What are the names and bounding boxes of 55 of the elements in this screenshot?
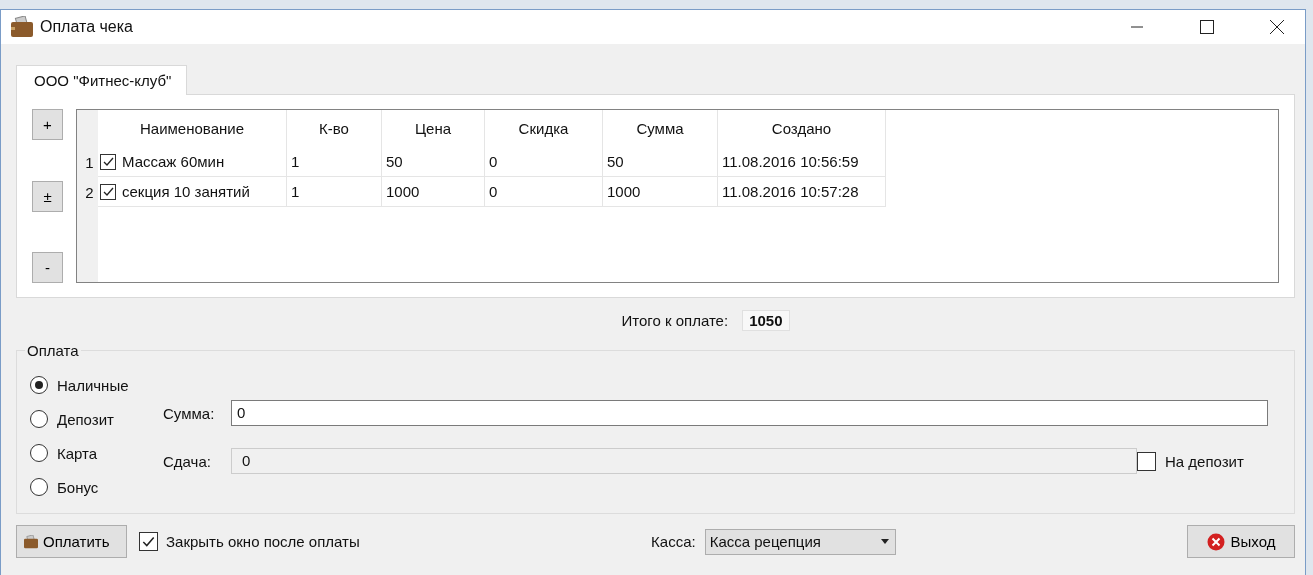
row-checkbox[interactable]: [100, 153, 116, 170]
pay-button[interactable]: Оплатить: [16, 525, 127, 558]
row-button[interactable]: -: [32, 252, 63, 283]
wallet-icon: [23, 534, 39, 549]
table-cell: 50: [607, 153, 624, 170]
close-icon[interactable]: [1269, 19, 1285, 35]
radio-label: Депозит: [57, 410, 114, 428]
column-header: Наименование: [98, 110, 287, 147]
total-value: 1050: [742, 309, 790, 331]
header-corner: [77, 110, 98, 147]
exit-button[interactable]: Выход: [1187, 525, 1295, 558]
register-dropdown[interactable]: Касса рецепция: [704, 528, 896, 555]
wallet-icon: [10, 16, 34, 38]
close-icon: [1206, 532, 1225, 551]
table-cell: 1: [291, 153, 300, 170]
column-header: К-во: [287, 110, 382, 147]
radio-button[interactable]: [30, 478, 48, 496]
radio-button[interactable]: [30, 410, 48, 428]
tab[interactable]: ООО "Фитнес-клуб": [16, 65, 188, 95]
table-cell: секция 10 занятий: [122, 183, 250, 200]
maximize-icon[interactable]: [1199, 19, 1215, 35]
table-cell: 0: [489, 183, 498, 200]
column-header: Скидка: [485, 110, 603, 147]
table-cell: 1: [291, 183, 300, 200]
caret-icon: [880, 539, 889, 544]
table-cell: 11.08.2016 10:56:59: [722, 153, 859, 170]
table-cell: 1000: [386, 183, 420, 200]
field-label: Сдача:: [163, 452, 212, 470]
checkbox[interactable]: [139, 532, 158, 551]
total-label: Итого к оплате:: [621, 311, 729, 329]
amount-field[interactable]: 0: [231, 400, 1268, 426]
table-cell: 50: [386, 153, 403, 170]
radio-label: Наличные: [57, 376, 129, 394]
table-cell: Массаж 60мин: [122, 153, 225, 170]
field-label: Сумма:: [163, 404, 216, 422]
row-number: 1: [77, 147, 98, 177]
row-checkbox[interactable]: [100, 183, 116, 200]
column-header: Сумма: [603, 110, 718, 147]
row-button[interactable]: ±: [32, 180, 63, 212]
radio-button[interactable]: [30, 444, 48, 462]
column-header: Создано: [718, 110, 886, 147]
window-title: Оплата чека: [40, 18, 133, 36]
table-cell: 0: [489, 153, 498, 170]
table-cell: 11.08.2016 10:57:28: [722, 183, 859, 200]
row-button[interactable]: +: [32, 109, 63, 140]
register-label: Касса:: [651, 533, 696, 550]
column-header: Цена: [382, 110, 485, 147]
radio-label: Бонус: [57, 478, 99, 496]
checkbox-label: На депозит: [1165, 452, 1244, 470]
row-number: 2: [77, 177, 98, 207]
radio-label: Карта: [57, 444, 98, 462]
checkbox[interactable]: [1137, 451, 1156, 471]
radio-button[interactable]: [30, 376, 48, 394]
checkbox-label: Закрыть окно после оплаты: [166, 533, 360, 550]
table-cell: 1000: [607, 183, 641, 200]
